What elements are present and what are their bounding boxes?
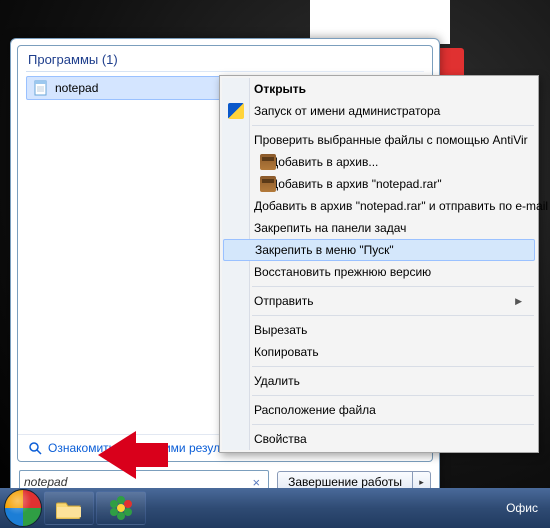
- menu-item-copy[interactable]: Копировать: [222, 341, 536, 363]
- menu-separator: [252, 125, 534, 126]
- menu-item-properties[interactable]: Свойства: [222, 428, 536, 450]
- notepad-icon: [33, 80, 49, 96]
- menu-item-open-file-location[interactable]: Расположение файла: [222, 399, 536, 421]
- section-divider: [26, 71, 424, 72]
- menu-item-open[interactable]: Открыть: [222, 78, 536, 100]
- taskbar-button-icq[interactable]: [96, 491, 146, 525]
- menu-separator: [252, 286, 534, 287]
- menu-item-cut[interactable]: Вырезать: [222, 319, 536, 341]
- menu-item-antivir-scan[interactable]: Проверить выбранные файлы с помощью Anti…: [222, 129, 536, 151]
- menu-item-pin-start[interactable]: Закрепить в меню "Пуск": [223, 239, 535, 261]
- archive-icon: [260, 154, 276, 170]
- menu-item-send-to[interactable]: Отправить▶: [222, 290, 536, 312]
- menu-separator: [252, 315, 534, 316]
- search-result-label: notepad: [55, 81, 98, 95]
- search-input[interactable]: [24, 475, 249, 489]
- menu-separator: [252, 395, 534, 396]
- menu-item-archive-and-email[interactable]: Добавить в архив "notepad.rar" и отправи…: [222, 195, 536, 217]
- search-icon: [28, 441, 42, 455]
- archive-icon: [260, 176, 276, 192]
- menu-item-pin-taskbar[interactable]: Закрепить на панели задач: [222, 217, 536, 239]
- menu-item-add-to-rar[interactable]: Добавить в архив "notepad.rar": [222, 173, 536, 195]
- context-menu: Открыть Запуск от имени администратора П…: [219, 75, 539, 453]
- start-button[interactable]: [4, 489, 42, 527]
- menu-separator: [252, 366, 534, 367]
- taskbar-button-explorer[interactable]: [44, 491, 94, 525]
- shield-icon: [228, 103, 244, 119]
- submenu-arrow-icon: ▶: [515, 296, 522, 307]
- menu-item-delete[interactable]: Удалить: [222, 370, 536, 392]
- folder-icon: [56, 497, 82, 519]
- menu-item-add-to-archive[interactable]: Добавить в архив...: [222, 151, 536, 173]
- menu-separator: [252, 424, 534, 425]
- icq-flower-icon: [108, 495, 134, 521]
- programs-section-header: Программы (1): [18, 46, 432, 71]
- taskbar: Офис: [0, 488, 550, 528]
- system-tray-label: Офис: [506, 501, 546, 515]
- menu-item-run-as-admin[interactable]: Запуск от имени администратора: [222, 100, 536, 122]
- menu-item-restore-previous[interactable]: Восстановить прежнюю версию: [222, 261, 536, 283]
